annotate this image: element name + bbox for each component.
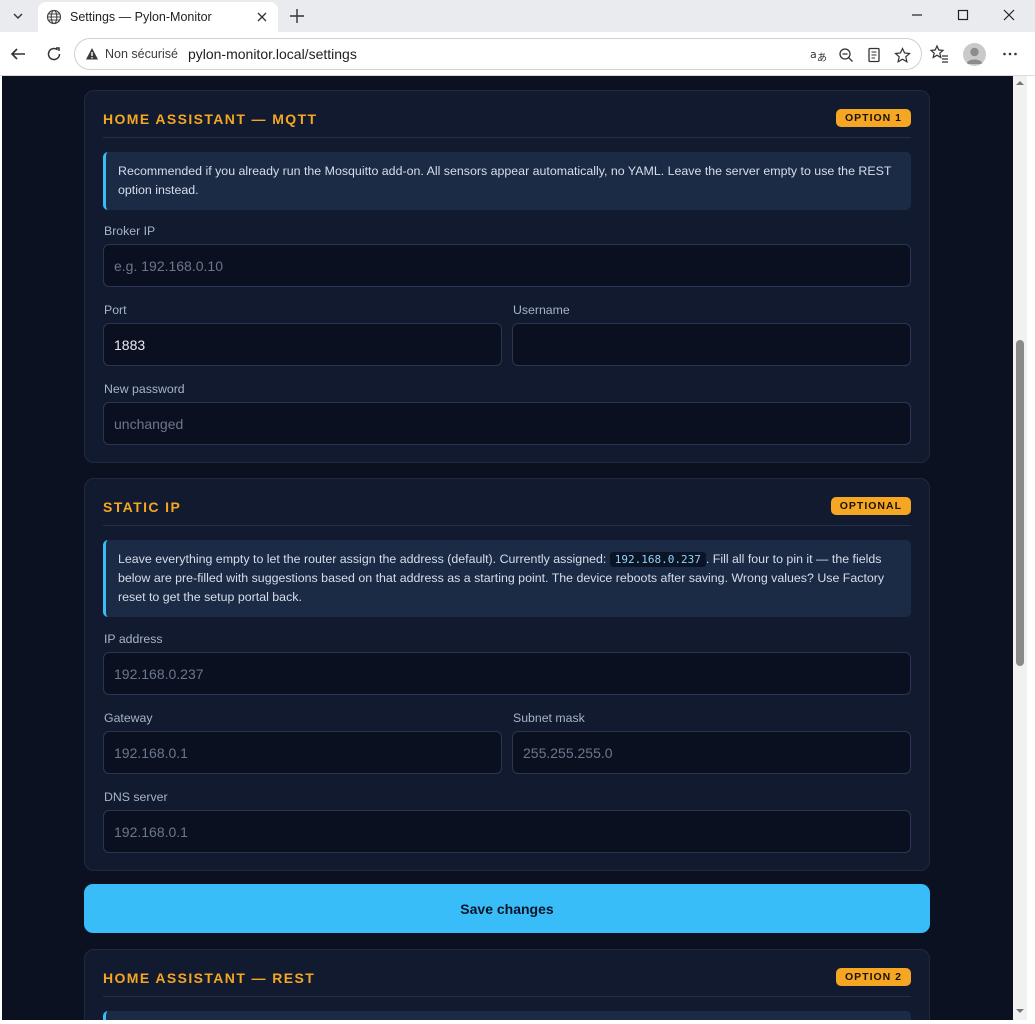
optional-badge: OPTIONAL [830, 497, 911, 515]
dns-server-label: DNS server [104, 790, 168, 804]
gateway-label: Gateway [104, 711, 153, 725]
back-button[interactable] [5, 41, 31, 67]
username-input[interactable] [512, 323, 911, 366]
static-ip-card-header: STATIC IP OPTIONAL [103, 479, 911, 526]
translate-icon[interactable]: aあ [809, 46, 827, 64]
new-password-label: New password [104, 382, 185, 396]
window-border-right [1027, 76, 1035, 1024]
option-badge: OPTION 2 [835, 968, 911, 986]
static-ip-card-title: STATIC IP [103, 499, 182, 515]
broker-ip-input[interactable] [103, 244, 911, 287]
new-password-input[interactable] [103, 402, 911, 445]
subnet-mask-label: Subnet mask [513, 711, 585, 725]
scroll-down-icon[interactable] [1015, 1006, 1025, 1016]
static-ip-info-text-start: Leave everything empty to let the router… [118, 552, 610, 566]
url-text: pylon-monitor.local/settings [187, 46, 357, 62]
chevron-down-icon [13, 13, 23, 19]
rest-info-callout [103, 1011, 911, 1020]
page-viewport: HOME ASSISTANT — MQTT OPTION 1 Recommend… [2, 76, 1013, 1020]
favorite-star-icon[interactable] [893, 46, 911, 64]
warning-icon [85, 47, 99, 61]
reload-button[interactable] [41, 41, 67, 67]
dns-server-input[interactable] [103, 810, 911, 853]
new-tab-button[interactable] [286, 5, 308, 27]
current-ip-code: 192.168.0.237 [609, 552, 706, 567]
browser-tab[interactable]: Settings — Pylon-Monitor [38, 2, 278, 32]
page-scrollbar[interactable] [1013, 76, 1027, 1020]
reload-icon [47, 47, 61, 61]
window-border-bottom [0, 1020, 1035, 1024]
static-ip-info-callout: Leave everything empty to let the router… [103, 540, 911, 617]
save-changes-button[interactable]: Save changes [84, 884, 930, 933]
broker-ip-label: Broker IP [104, 224, 156, 238]
option-badge: OPTION 1 [835, 109, 911, 127]
tab-close-icon[interactable] [254, 9, 270, 25]
window-border-left [0, 76, 2, 1024]
svg-text:a: a [810, 48, 817, 61]
settings-more-button[interactable] [999, 43, 1021, 65]
more-horizontal-icon [1003, 52, 1017, 56]
mqtt-card-title: HOME ASSISTANT — MQTT [103, 111, 318, 127]
close-icon [1003, 9, 1015, 21]
plus-icon [290, 9, 304, 23]
gateway-input[interactable] [103, 731, 502, 774]
mqtt-info-callout: Recommended if you already run the Mosqu… [103, 152, 911, 210]
browser-toolbar: Non sécurisé pylon-monitor.local/setting… [0, 32, 1035, 76]
mqtt-card-header: HOME ASSISTANT — MQTT OPTION 1 [103, 91, 911, 138]
reader-mode-icon[interactable] [865, 46, 883, 64]
maximize-button[interactable] [940, 0, 986, 30]
tab-actions-menu-button[interactable] [6, 5, 30, 27]
svg-text:あ: あ [817, 52, 827, 64]
port-label: Port [104, 303, 127, 317]
favorites-list-icon [929, 44, 948, 63]
zoom-out-icon[interactable] [837, 46, 855, 64]
address-bar[interactable]: Non sécurisé pylon-monitor.local/setting… [74, 38, 922, 70]
profile-avatar[interactable] [963, 43, 986, 66]
security-label: Non sécurisé [105, 47, 178, 61]
tab-title: Settings — Pylon-Monitor [70, 10, 212, 24]
scroll-up-icon[interactable] [1015, 78, 1025, 88]
username-label: Username [513, 303, 570, 317]
rest-card-title: HOME ASSISTANT — REST [103, 970, 316, 986]
maximize-icon [957, 9, 969, 21]
mqtt-card: HOME ASSISTANT — MQTT OPTION 1 Recommend… [84, 90, 930, 463]
mqtt-info-text: Recommended if you already run the Mosqu… [118, 164, 892, 197]
scrollbar-thumb[interactable] [1016, 340, 1024, 666]
browser-tab-bar: Settings — Pylon-Monitor [0, 0, 1035, 32]
ip-address-input[interactable] [103, 652, 911, 695]
arrow-left-icon [10, 48, 25, 60]
minimize-icon [912, 14, 922, 16]
rest-card-header: HOME ASSISTANT — REST OPTION 2 [103, 950, 911, 997]
close-window-button[interactable] [986, 0, 1032, 30]
globe-icon [46, 9, 62, 25]
minimize-button[interactable] [894, 0, 940, 30]
rest-card: HOME ASSISTANT — REST OPTION 2 [84, 949, 930, 1020]
ip-address-label: IP address [104, 632, 163, 646]
user-icon [966, 47, 983, 64]
port-input[interactable] [103, 323, 502, 366]
subnet-mask-input[interactable] [512, 731, 911, 774]
favorites-button[interactable] [928, 43, 950, 65]
static-ip-card: STATIC IP OPTIONAL Leave everything empt… [84, 478, 930, 871]
